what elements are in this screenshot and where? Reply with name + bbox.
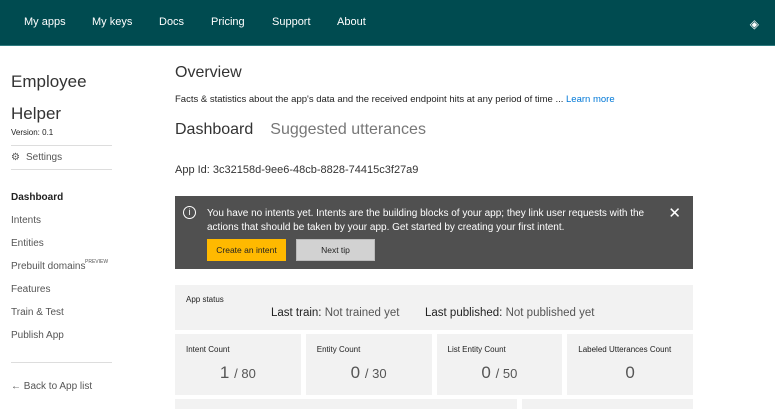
sidebar-item-prebuilt-domains[interactable]: Prebuilt domains PREVIEW xyxy=(11,255,112,278)
main-content: Overview Facts & statistics about the ap… xyxy=(175,64,693,409)
app-version: Version: 0.1 xyxy=(11,128,54,137)
sidebar-item-train-test[interactable]: Train & Test xyxy=(11,301,112,324)
count-cards: Intent Count 1 / 80 Entity Count 0 / 30 Li… xyxy=(175,334,693,395)
count-max: / 50 xyxy=(495,366,518,381)
count-max: / 80 xyxy=(234,366,256,381)
tip-banner: i You have no intents yet. Intents are t… xyxy=(175,196,693,269)
app-id: App Id: 3c32158d-9ee6-48cb-8828-74415c3f… xyxy=(175,164,419,176)
count-value: 0 xyxy=(350,363,361,382)
nav-my-keys[interactable]: My keys xyxy=(92,16,132,28)
panel xyxy=(175,399,517,409)
last-train-label: Last train: xyxy=(271,307,322,319)
top-nav: My apps My keys Docs Pricing Support Abo… xyxy=(0,0,775,46)
back-to-app-list[interactable]: ← Back to App list xyxy=(11,381,112,392)
count-value: 1 xyxy=(219,363,230,382)
card-value: 0 / 30 xyxy=(306,363,432,383)
nav-my-apps[interactable]: My apps xyxy=(24,16,66,28)
list-entity-count-card: List Entity Count 0 / 50 xyxy=(436,334,563,395)
card-value: 0 / 50 xyxy=(437,363,563,383)
page-title: Overview xyxy=(175,64,242,81)
nav-about[interactable]: About xyxy=(337,16,366,28)
page-description: Facts & statistics about the app's data … xyxy=(175,94,693,105)
close-icon[interactable]: ✕ xyxy=(668,204,681,222)
app-name: Employee xyxy=(11,72,87,91)
count-value: 0 xyxy=(481,363,491,382)
divider xyxy=(11,362,112,363)
last-train: Last train: Not trained yet xyxy=(271,307,400,319)
card-value: 0 xyxy=(567,363,693,383)
last-published-label: Last published: xyxy=(425,307,503,319)
sidebar-item-intents[interactable]: Intents xyxy=(11,209,112,232)
sidebar: Employee Helper Version: 0.1 ⚙ Settings D… xyxy=(11,66,112,392)
card-label: Labeled Utterances Count xyxy=(578,345,672,354)
app-status-panel: App status Last train: Not trained yet L… xyxy=(175,285,693,330)
lower-panels xyxy=(175,399,693,409)
settings-label: Settings xyxy=(25,152,63,163)
info-icon: i xyxy=(183,206,196,219)
last-published-value: Not published yet xyxy=(505,307,595,319)
entity-count-card: Entity Count 0 / 30 xyxy=(305,334,432,395)
learn-more-link[interactable]: Learn more xyxy=(566,94,615,105)
card-label: Intent Count xyxy=(186,345,230,354)
labeled-utterances-count-card: Labeled Utterances Count 0 xyxy=(567,334,693,395)
last-train-value: Not trained yet xyxy=(324,307,400,319)
create-intent-button[interactable]: Create an intent xyxy=(207,239,286,261)
nav-docs[interactable]: Docs xyxy=(159,16,184,28)
settings-link[interactable]: ⚙ Settings xyxy=(11,146,112,169)
arrow-left-icon: ← xyxy=(11,381,21,392)
intent-count-card: Intent Count 1 / 80 xyxy=(175,334,301,395)
preview-badge: PREVIEW xyxy=(85,259,109,265)
card-label: List Entity Count xyxy=(447,345,506,354)
tab-suggested-utterances[interactable]: Suggested utterances xyxy=(270,121,426,139)
nav-support[interactable]: Support xyxy=(272,16,311,28)
divider xyxy=(11,169,112,170)
sidebar-item-publish-app[interactable]: Publish App xyxy=(11,324,112,347)
count-value: 0 xyxy=(625,363,635,382)
nav-pricing[interactable]: Pricing xyxy=(211,16,245,28)
description-text: Facts & statistics about the app's data … xyxy=(175,94,567,105)
sidebar-item-features[interactable]: Features xyxy=(11,278,112,301)
graduation-cap-icon[interactable]: ◈ xyxy=(750,17,759,31)
gear-icon: ⚙ xyxy=(11,152,20,163)
next-tip-button[interactable]: Next tip xyxy=(296,239,375,261)
app-name-2: Helper xyxy=(11,104,62,123)
app-status-label: App status xyxy=(186,295,224,304)
tab-dashboard[interactable]: Dashboard xyxy=(175,121,253,139)
last-published: Last published: Not published yet xyxy=(425,307,594,319)
tabs: Dashboard Suggested utterances xyxy=(175,121,693,139)
panel xyxy=(522,399,693,409)
sidebar-item-label: Prebuilt domains xyxy=(11,261,86,272)
back-label: Back to App list xyxy=(23,381,93,392)
card-value: 1 / 80 xyxy=(175,363,301,383)
count-max: / 30 xyxy=(364,366,387,381)
tip-message: You have no intents yet. Intents are the… xyxy=(207,208,645,233)
sidebar-item-dashboard[interactable]: Dashboard xyxy=(11,186,112,209)
card-label: Entity Count xyxy=(316,345,361,354)
